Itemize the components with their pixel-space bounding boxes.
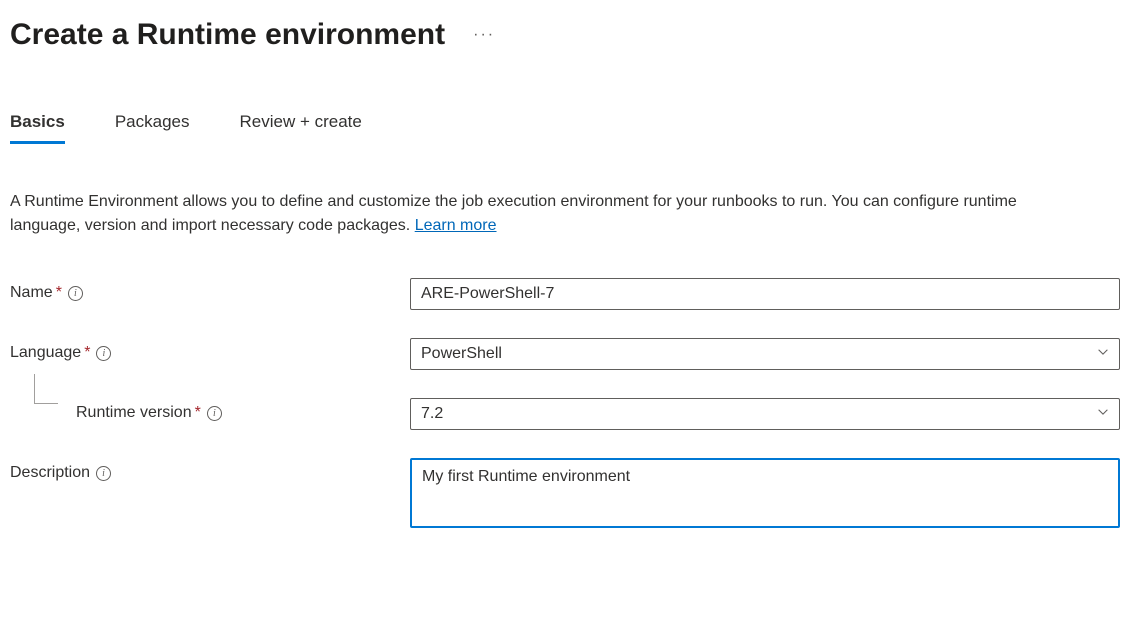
info-icon[interactable]: i — [207, 406, 222, 421]
runtime-version-label: Runtime version — [76, 404, 192, 422]
tab-basics[interactable]: Basics — [10, 112, 65, 142]
description-textarea[interactable] — [410, 458, 1120, 528]
nest-connector — [34, 374, 58, 404]
name-label: Name — [10, 284, 53, 302]
info-icon[interactable]: i — [96, 466, 111, 481]
language-select[interactable]: PowerShell — [410, 338, 1120, 370]
page-title: Create a Runtime environment — [10, 18, 445, 52]
runtime-version-select[interactable]: 7.2 — [410, 398, 1120, 430]
info-icon[interactable]: i — [68, 286, 83, 301]
more-actions-button[interactable]: ··· — [465, 22, 503, 48]
language-label: Language — [10, 344, 81, 362]
info-icon[interactable]: i — [96, 346, 111, 361]
tab-review-create[interactable]: Review + create — [240, 112, 362, 142]
required-indicator: * — [56, 284, 62, 302]
learn-more-link[interactable]: Learn more — [415, 217, 497, 234]
tab-bar: Basics Packages Review + create — [10, 112, 1123, 142]
name-input[interactable] — [410, 278, 1120, 310]
tab-packages[interactable]: Packages — [115, 112, 190, 142]
description-label: Description — [10, 464, 90, 482]
required-indicator: * — [195, 404, 201, 422]
intro-text: A Runtime Environment allows you to defi… — [10, 190, 1090, 238]
required-indicator: * — [84, 344, 90, 362]
